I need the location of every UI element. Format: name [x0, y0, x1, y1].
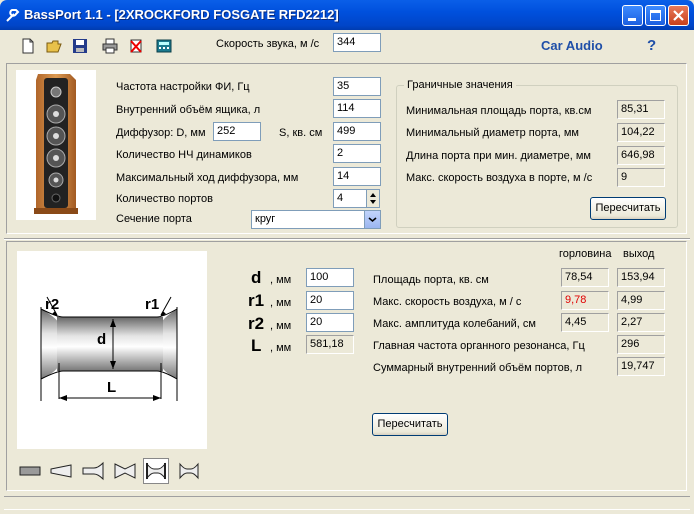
box-volume-input[interactable]: 114: [333, 99, 381, 118]
driver-count-label: Количество НЧ динамиков: [116, 149, 252, 161]
sound-speed-label: Скорость звука, м /с: [216, 38, 320, 50]
diaphragm-d-label: Диффузор: D, мм: [116, 127, 206, 139]
r2-input[interactable]: 20: [306, 313, 354, 332]
r1-unit: , мм: [270, 297, 292, 309]
tuning-frequency-label: Частота настройки ФИ, Гц: [116, 81, 250, 93]
driver-count-input[interactable]: 2: [333, 144, 381, 163]
port-diagram: r2 r1 d L: [17, 251, 207, 449]
l-unit: , мм: [270, 342, 292, 354]
print-icon[interactable]: [102, 38, 118, 54]
slot-flared-icon: [179, 462, 199, 480]
status-bar: [4, 496, 690, 510]
speaker-image: [16, 70, 96, 220]
r2-symbol: r2: [248, 314, 265, 333]
spinner-arrows-icon: [370, 193, 376, 204]
limits-title: Граничные значения: [404, 79, 516, 91]
diagram-r2-label: r2: [45, 296, 59, 313]
port-count-label: Количество портов: [116, 193, 213, 205]
max-air-speed-value: 9: [617, 168, 665, 187]
result-exit-value: 296: [617, 335, 665, 354]
sound-speed-input[interactable]: 344: [333, 33, 381, 52]
result-throat-value: 78,54: [561, 268, 609, 287]
diagram-l-label: L: [107, 379, 116, 396]
result-throat-value: 4,45: [561, 313, 609, 332]
port-recalculate-button[interactable]: Пересчитать: [372, 413, 448, 436]
chevron-down-icon: [368, 217, 377, 223]
double-flared-icon: [146, 462, 166, 480]
l-value: 581,18: [306, 335, 354, 354]
port-shape-double-cone-button[interactable]: [112, 458, 138, 484]
max-air-speed-label: Макс. скорость воздуха в порте, м /с: [406, 172, 593, 184]
straight-tube-icon: [19, 466, 41, 476]
delete-icon[interactable]: [128, 38, 144, 54]
port-section-label: Сечение порта: [116, 213, 192, 225]
box-volume-label: Внутренний объём ящика, л: [116, 104, 261, 116]
open-folder-icon[interactable]: [46, 38, 62, 54]
diaphragm-s-label: S, кв. см: [279, 127, 323, 139]
tuning-frequency-input[interactable]: 35: [333, 77, 381, 96]
flared-one-end-icon: [82, 461, 104, 481]
section-divider: [4, 238, 690, 240]
maximize-button[interactable]: [645, 5, 666, 26]
min-area-value: 85,31: [617, 100, 665, 119]
r2-unit: , мм: [270, 320, 292, 332]
diagram-d-label: d: [97, 331, 106, 348]
xmax-label: Максимальный ход диффузора, мм: [116, 172, 299, 184]
port-section-value: круг: [255, 213, 276, 225]
new-file-icon[interactable]: [20, 38, 36, 54]
diaphragm-s-input[interactable]: 499: [333, 122, 381, 141]
r1-input[interactable]: 20: [306, 291, 354, 310]
result-exit-value: 4,99: [617, 291, 665, 310]
result-label: Макс. скорость воздуха, м / с: [373, 296, 522, 308]
result-exit-value: 19,747: [617, 357, 665, 376]
port-shape-cone-button[interactable]: [48, 458, 74, 484]
min-diameter-label: Минимальный диаметр порта, мм: [406, 127, 579, 139]
minimize-button[interactable]: [622, 5, 643, 26]
d-symbol: d: [251, 268, 262, 287]
diagram-r1-label: r1: [145, 296, 159, 313]
save-disk-icon[interactable]: [72, 38, 88, 54]
double-cone-icon: [114, 463, 136, 479]
result-exit-value: 2,27: [617, 313, 665, 332]
port-shape-double-flare-button[interactable]: [143, 458, 169, 484]
port-length-value: 646,98: [617, 146, 665, 165]
car-audio-brand: Car Audio: [541, 38, 603, 53]
result-label: Макс. амплитуда колебаний, см: [373, 318, 536, 330]
d-input[interactable]: 100: [306, 268, 354, 287]
diaphragm-d-input[interactable]: 252: [213, 122, 261, 141]
cone-tube-icon: [50, 464, 72, 478]
port-count-spinner[interactable]: [366, 189, 380, 208]
port-count-input[interactable]: 4: [333, 189, 367, 208]
xmax-input[interactable]: 14: [333, 167, 381, 186]
port-length-label: Длина порта при мин. диаметре, мм: [406, 150, 591, 162]
result-exit-value: 153,94: [617, 268, 665, 287]
limits-recalculate-button[interactable]: Пересчитать: [590, 197, 666, 220]
port-shape-flare-one-button[interactable]: [80, 458, 106, 484]
port-section-select[interactable]: круг: [251, 210, 381, 229]
port-shape-slot-flare-button[interactable]: [176, 458, 202, 484]
port-shape-straight-button[interactable]: [17, 458, 43, 484]
help-button[interactable]: ?: [647, 37, 656, 54]
result-throat-value-warning: 9,78: [561, 291, 609, 310]
result-label: Площадь порта, кв. см: [373, 274, 489, 286]
result-label: Главная частота органного резонанса, Гц: [373, 340, 585, 352]
close-button[interactable]: [668, 5, 689, 26]
app-wrench-icon[interactable]: [5, 7, 21, 23]
d-unit: , мм: [270, 274, 292, 286]
min-diameter-value: 104,22: [617, 123, 665, 142]
exit-column-header: выход: [623, 248, 655, 260]
result-label: Суммарный внутренний объём портов, л: [373, 362, 583, 374]
throat-column-header: горловина: [559, 248, 612, 260]
min-area-label: Минимальная площадь порта, кв.см: [406, 105, 592, 117]
window-title: BassPort 1.1 - [2XROCKFORD FOSGATE RFD22…: [24, 7, 339, 22]
l-symbol: L: [251, 336, 262, 355]
port-section-dropdown-button[interactable]: [364, 211, 380, 228]
r1-symbol: r1: [248, 291, 265, 310]
calculator-icon[interactable]: [156, 38, 172, 54]
